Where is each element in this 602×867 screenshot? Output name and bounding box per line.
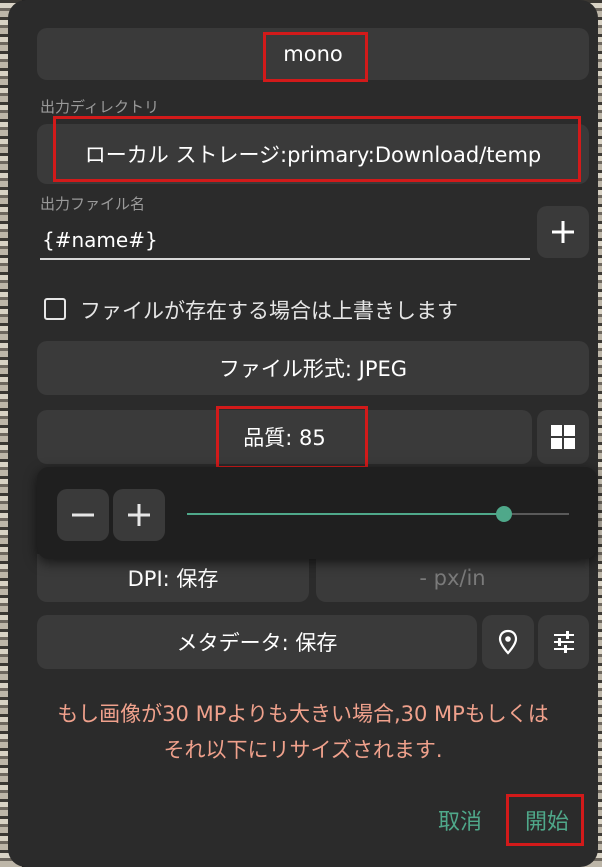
output-filename-value: {#name#}: [42, 228, 158, 252]
metadata-settings-button[interactable]: [538, 615, 589, 669]
quality-slider-popup: [37, 467, 597, 559]
output-dir-value: ローカル ストレージ:primary:Download/temp: [84, 143, 542, 167]
plus-icon: [552, 221, 574, 243]
save-dialog: mono 出力ディレクトリ ローカル ストレージ:primary:Downloa…: [8, 0, 598, 867]
start-button[interactable]: 開始: [525, 804, 569, 836]
quality-slider-fill: [187, 513, 505, 515]
quality-label: 品質: 85: [243, 426, 326, 450]
dpi-value-field[interactable]: - px/in: [316, 554, 589, 602]
decrease-quality-button[interactable]: [57, 489, 109, 541]
grid-icon: [551, 425, 575, 449]
location-pin-icon: [498, 629, 518, 655]
dpi-label: DPI: 保存: [127, 567, 219, 591]
warning-line-2: それ以下にリサイズされます.: [163, 738, 443, 762]
cancel-button[interactable]: 取消: [438, 804, 482, 836]
preset-button[interactable]: mono: [37, 28, 589, 80]
resize-warning: もし画像が30 MPよりも大きい場合,30 MPもしくは それ以下にリサイズされ…: [8, 696, 598, 768]
overwrite-label: ファイルが存在する場合は上書きします: [80, 299, 458, 323]
output-dir-label: 出力ディレクトリ: [40, 98, 159, 116]
metadata-label: メタデータ: 保存: [176, 631, 338, 655]
warning-line-1: もし画像が30 MPよりも大きい場合,30 MPもしくは: [57, 702, 549, 726]
grid-view-button[interactable]: [537, 410, 589, 464]
location-button[interactable]: [482, 615, 534, 669]
dpi-button[interactable]: DPI: 保存: [37, 554, 309, 602]
output-filename-input[interactable]: {#name#}: [40, 222, 530, 260]
quality-slider-track[interactable]: [187, 506, 569, 522]
overwrite-checkbox[interactable]: [44, 298, 66, 320]
metadata-button[interactable]: メタデータ: 保存: [37, 615, 477, 669]
tune-icon: [553, 631, 574, 653]
preset-label: mono: [283, 42, 343, 66]
dpi-value: - px/in: [419, 566, 486, 590]
output-filename-label: 出力ファイル名: [40, 195, 146, 213]
output-dir-button[interactable]: ローカル ストレージ:primary:Download/temp: [37, 124, 589, 184]
minus-icon: [72, 513, 94, 517]
add-variable-button[interactable]: [537, 206, 589, 258]
file-format-label: ファイル形式: JPEG: [218, 357, 408, 381]
increase-quality-button[interactable]: [113, 489, 165, 541]
quality-slider-thumb[interactable]: [496, 506, 513, 522]
file-format-button[interactable]: ファイル形式: JPEG: [37, 341, 589, 395]
quality-button[interactable]: 品質: 85: [37, 410, 532, 464]
plus-icon: [128, 504, 150, 526]
